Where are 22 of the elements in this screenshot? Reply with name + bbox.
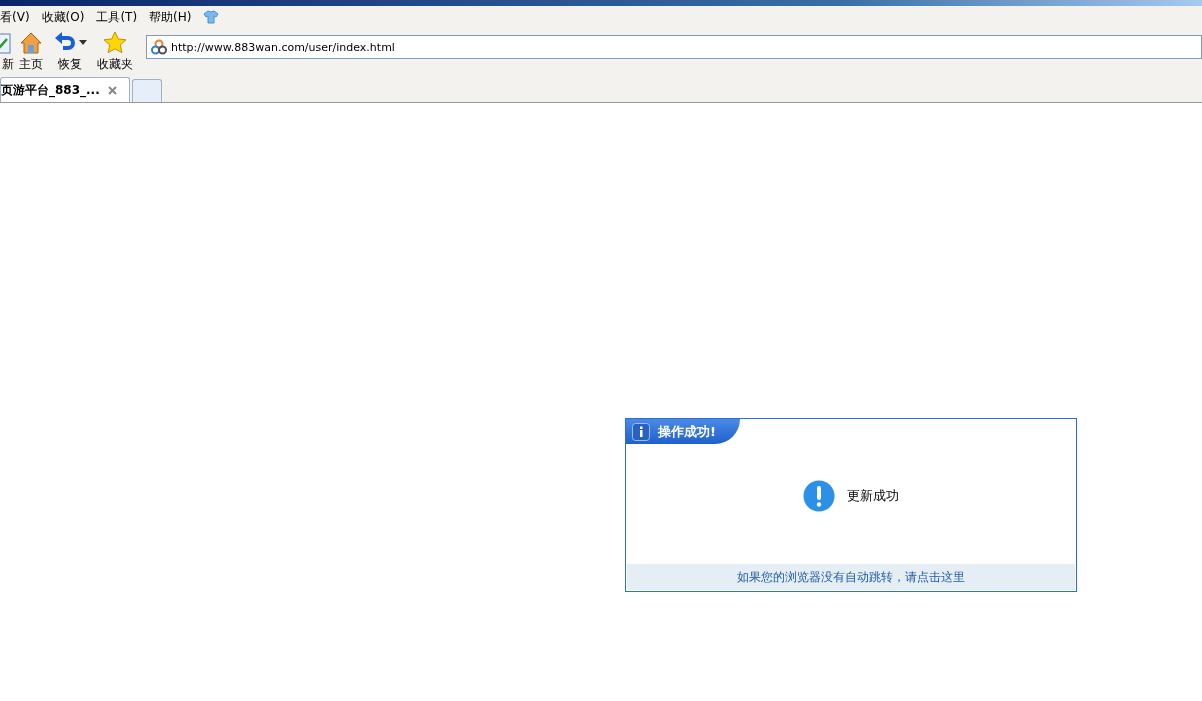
toolbar-button[interactable]: 收藏夹 [92, 31, 138, 73]
shirt-icon[interactable] [203, 10, 220, 24]
redirect-link[interactable]: 如果您的浏览器没有自动跳转，请点击这里 [737, 568, 965, 586]
message-text: 更新成功 [847, 487, 899, 505]
home-icon [19, 31, 43, 55]
toolbar-button[interactable]: 恢复 [48, 31, 92, 73]
exclamation-icon [803, 480, 835, 512]
toolbar-button[interactable]: 新 [0, 31, 14, 73]
star-icon [103, 31, 127, 55]
info-icon [632, 422, 650, 441]
menu-item[interactable]: 帮助(H) [149, 8, 192, 26]
menu-item[interactable]: 工具(T) [96, 8, 138, 26]
address-bar[interactable]: http://www.883wan.com/user/index.html [146, 35, 1202, 59]
dialog-title: 操作成功! [658, 422, 716, 441]
network-icon [151, 39, 167, 55]
close-icon[interactable] [107, 85, 117, 95]
menu-item[interactable]: 收藏(O) [41, 8, 85, 26]
new-tab-button[interactable] [131, 79, 162, 102]
browser-tab[interactable]: 页游平台_883_... [0, 77, 130, 102]
menu-item[interactable]: 看(V) [0, 8, 30, 26]
toolbar-button[interactable]: 主页 [14, 31, 48, 73]
caret-icon[interactable] [79, 40, 87, 46]
